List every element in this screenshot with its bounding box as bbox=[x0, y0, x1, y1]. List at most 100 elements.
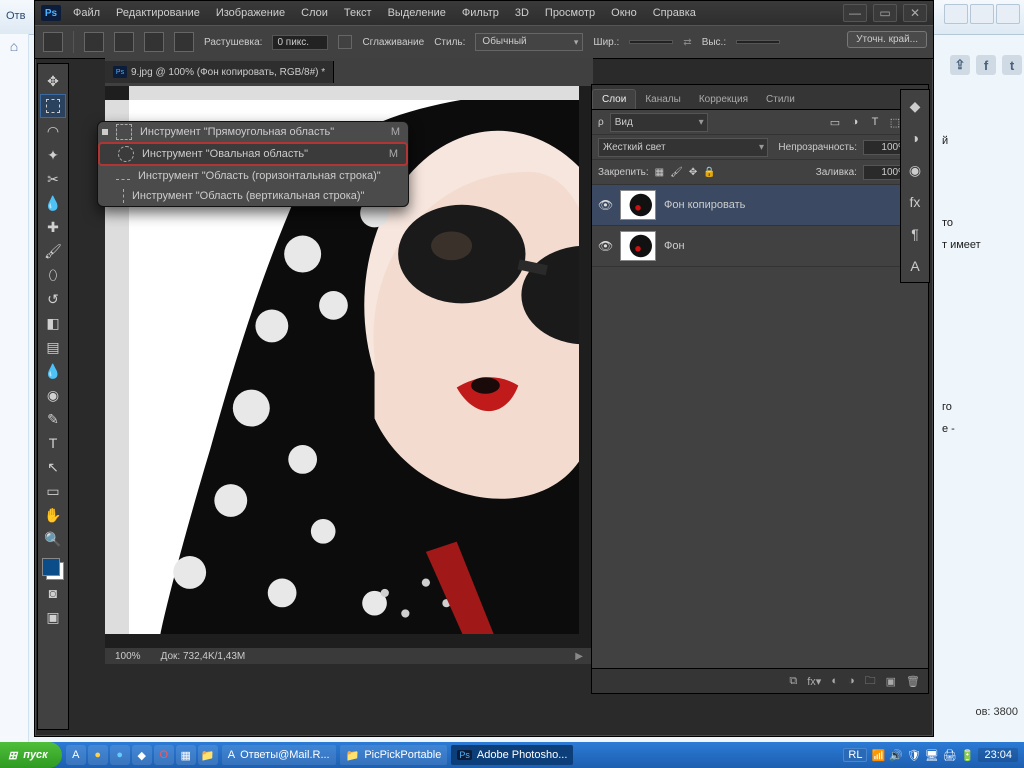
filter-adjust-icon[interactable]: ◑ bbox=[848, 115, 862, 129]
tray-icon[interactable]: 🔋 bbox=[961, 749, 975, 762]
browser-close-icon[interactable] bbox=[996, 4, 1020, 24]
social-icon[interactable]: ⇪ bbox=[950, 55, 970, 75]
flyout-item-row-marquee[interactable]: Инструмент "Область (горизонтальная стро… bbox=[98, 166, 408, 186]
lasso-tool[interactable]: ◠ bbox=[41, 120, 65, 142]
menu-image[interactable]: Изображение bbox=[210, 5, 291, 21]
layer-row[interactable]: 👁 Фон копировать bbox=[592, 185, 928, 226]
refine-edge-button[interactable]: Уточн. край... bbox=[847, 31, 927, 48]
adjust-dock-icon[interactable]: fx bbox=[905, 192, 925, 212]
path-select-tool[interactable]: ↖ bbox=[41, 456, 65, 478]
layer-name[interactable]: Фон bbox=[664, 240, 685, 252]
browser-max-icon[interactable] bbox=[970, 4, 994, 24]
tray-icon[interactable]: 📶 bbox=[871, 749, 885, 762]
taskbar-item[interactable]: PsAdobe Photosho... bbox=[451, 745, 573, 765]
filter-kind-select[interactable]: Вид bbox=[610, 113, 708, 132]
menu-file[interactable]: Файл bbox=[67, 5, 106, 21]
ql-icon[interactable]: ▦ bbox=[176, 745, 196, 765]
zoom-value[interactable]: 100% bbox=[115, 651, 141, 662]
layers-dock-icon[interactable]: ◆ bbox=[905, 96, 925, 116]
healing-brush-tool[interactable]: ✚ bbox=[41, 216, 65, 238]
type-tool[interactable]: T bbox=[41, 432, 65, 454]
tab-adjustments[interactable]: Коррекция bbox=[690, 90, 757, 109]
magic-wand-tool[interactable]: ✦ bbox=[41, 144, 65, 166]
selection-subtract-icon[interactable] bbox=[144, 32, 164, 52]
hand-tool[interactable]: ✋ bbox=[41, 504, 65, 526]
crop-tool[interactable]: ✂ bbox=[41, 168, 65, 190]
ql-icon[interactable]: A bbox=[66, 745, 86, 765]
lock-position-icon[interactable]: 🖌 bbox=[670, 167, 683, 178]
menu-window[interactable]: Окно bbox=[605, 5, 643, 21]
color-swatch[interactable] bbox=[42, 558, 64, 580]
status-flyout-icon[interactable]: ▶ bbox=[575, 651, 583, 662]
taskbar-item[interactable]: 📁PicPickPortable bbox=[340, 745, 448, 765]
marquee-tool[interactable] bbox=[40, 94, 66, 118]
menu-type[interactable]: Текст bbox=[338, 5, 378, 21]
group-icon[interactable]: 🗀 bbox=[865, 672, 876, 691]
brush-tool[interactable]: 🖌 bbox=[41, 240, 65, 262]
menu-3d[interactable]: 3D bbox=[509, 5, 535, 21]
clone-stamp-tool[interactable]: ⬯ bbox=[41, 264, 65, 286]
lock-pixels-icon[interactable]: ▦ bbox=[655, 167, 664, 178]
adjustment-layer-icon[interactable]: ◑ bbox=[848, 675, 855, 687]
flyout-item-ellipse-marquee[interactable]: Инструмент "Овальная область" M bbox=[98, 142, 408, 166]
swap-wh-icon[interactable]: ⇄ bbox=[683, 37, 691, 48]
menu-edit[interactable]: Редактирование bbox=[110, 5, 206, 21]
quick-mask-icon[interactable]: ◙ bbox=[41, 582, 65, 604]
maximize-button[interactable]: ▭ bbox=[873, 4, 897, 22]
rectangle-tool[interactable]: ▭ bbox=[41, 480, 65, 502]
mask-icon[interactable]: ◐ bbox=[831, 675, 838, 687]
gradient-tool[interactable]: ▤ bbox=[41, 336, 65, 358]
taskbar-item[interactable]: AОтветы@Mail.R... bbox=[222, 745, 336, 765]
lock-move-icon[interactable]: ✥ bbox=[689, 167, 697, 178]
close-button[interactable]: ✕ bbox=[903, 4, 927, 22]
paragraph-dock-icon[interactable]: ¶ bbox=[905, 224, 925, 244]
blur-tool[interactable]: 💧 bbox=[41, 360, 65, 382]
visibility-icon[interactable]: 👁 bbox=[598, 239, 612, 253]
feather-input[interactable]: 0 пикс. bbox=[272, 35, 328, 50]
language-indicator[interactable]: RL bbox=[843, 748, 867, 762]
move-tool[interactable]: ✥ bbox=[41, 70, 65, 92]
link-layers-icon[interactable]: ⧉ bbox=[789, 675, 797, 688]
menu-help[interactable]: Справка bbox=[647, 5, 702, 21]
screen-mode-icon[interactable]: ▣ bbox=[41, 606, 65, 628]
antialias-checkbox[interactable] bbox=[338, 35, 352, 49]
eraser-tool[interactable]: ◧ bbox=[41, 312, 65, 334]
flyout-item-col-marquee[interactable]: Инструмент "Область (вертикальная строка… bbox=[98, 186, 408, 206]
browser-min-icon[interactable] bbox=[944, 4, 968, 24]
fx-icon[interactable]: fx▾ bbox=[807, 675, 821, 688]
selection-new-icon[interactable] bbox=[84, 32, 104, 52]
swatches-dock-icon[interactable]: ◉ bbox=[905, 160, 925, 180]
ruler-horizontal[interactable] bbox=[129, 86, 579, 100]
selection-intersect-icon[interactable] bbox=[174, 32, 194, 52]
facebook-icon[interactable]: f bbox=[976, 55, 996, 75]
tab-layers[interactable]: Слои bbox=[592, 89, 636, 109]
layer-name[interactable]: Фон копировать bbox=[664, 199, 745, 211]
blend-mode-select[interactable]: Жесткий свет bbox=[598, 138, 768, 157]
filter-type-icon[interactable]: T bbox=[868, 115, 882, 129]
lock-all-icon[interactable]: 🔒 bbox=[703, 167, 715, 178]
new-layer-icon[interactable]: ▣ bbox=[886, 675, 896, 688]
eyedropper-tool[interactable]: 💧 bbox=[41, 192, 65, 214]
height-input[interactable] bbox=[736, 40, 780, 44]
tray-icon[interactable]: 🔊 bbox=[889, 749, 903, 762]
filter-pixel-icon[interactable]: ▭ bbox=[828, 115, 842, 129]
home-icon[interactable]: ⌂ bbox=[10, 38, 18, 54]
ql-icon[interactable]: O bbox=[154, 745, 174, 765]
dodge-tool[interactable]: ◉ bbox=[41, 384, 65, 406]
pen-tool[interactable]: ✎ bbox=[41, 408, 65, 430]
tool-preset-icon[interactable] bbox=[43, 32, 63, 52]
menu-select[interactable]: Выделение bbox=[382, 5, 452, 21]
ql-icon[interactable]: ● bbox=[110, 745, 130, 765]
minimize-button[interactable]: — bbox=[843, 4, 867, 22]
visibility-icon[interactable]: 👁 bbox=[598, 198, 612, 212]
zoom-tool[interactable]: 🔍 bbox=[41, 528, 65, 550]
color-dock-icon[interactable]: ◑ bbox=[905, 128, 925, 148]
style-select[interactable]: Обычный bbox=[475, 33, 583, 51]
menu-filter[interactable]: Фильтр bbox=[456, 5, 505, 21]
delete-layer-icon[interactable]: 🗑 bbox=[906, 675, 920, 688]
ql-icon[interactable]: 📁 bbox=[198, 745, 218, 765]
tray-icon[interactable]: 🛡 bbox=[907, 749, 921, 762]
start-button[interactable]: ⊞ пуск bbox=[0, 742, 62, 768]
document-tab[interactable]: Ps 9.jpg @ 100% (Фон копировать, RGB/8#)… bbox=[105, 61, 334, 83]
ql-icon[interactable]: ◆ bbox=[132, 745, 152, 765]
